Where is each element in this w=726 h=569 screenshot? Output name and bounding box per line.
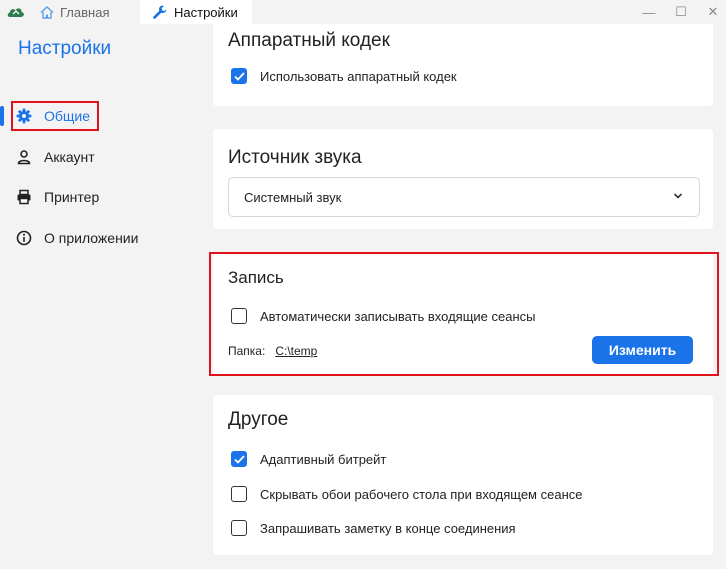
sidebar-item-label: О приложении: [44, 230, 139, 246]
sidebar: Настройки Общие Аккаунт Принтер О прилож…: [0, 24, 193, 569]
ask-note-option[interactable]: Запрашивать заметку в конце соединения: [231, 519, 516, 537]
chevron-down-icon: [673, 193, 683, 199]
adaptive-bitrate-checkbox[interactable]: [231, 451, 247, 467]
section-title: Аппаратный кодек: [228, 30, 390, 51]
audio-source-value: Системный звук: [244, 189, 342, 205]
user-icon: [17, 150, 31, 165]
sidebar-item-label: Принтер: [44, 189, 100, 205]
maximize-button[interactable]: ☐: [674, 4, 688, 20]
adaptive-bitrate-label: Адаптивный битрейт: [260, 451, 387, 467]
section-title: Другое: [228, 409, 289, 430]
sidebar-item-label: Аккаунт: [44, 149, 95, 165]
sidebar-item-printer[interactable]: Принтер: [0, 181, 193, 213]
sidebar-item-account[interactable]: Аккаунт: [0, 141, 193, 173]
info-icon: [16, 230, 32, 246]
auto-record-label: Автоматически записывать входящие сеансы: [260, 308, 536, 324]
auto-record-checkbox[interactable]: [231, 308, 247, 324]
checkmark-icon: [233, 454, 245, 464]
change-folder-button[interactable]: Изменить: [592, 336, 693, 364]
sidebar-title: Настройки: [18, 38, 112, 59]
hide-wallpaper-checkbox[interactable]: [231, 486, 247, 502]
folder-path-link[interactable]: C:\temp: [275, 344, 317, 358]
ask-note-checkbox[interactable]: [231, 520, 247, 536]
sidebar-item-about[interactable]: О приложении: [0, 222, 193, 254]
gear-icon: [16, 108, 32, 124]
sidebar-item-label: Общие: [44, 108, 91, 124]
tab-settings-label: Настройки: [174, 4, 238, 20]
tab-home[interactable]: Главная: [40, 0, 109, 24]
minimize-button[interactable]: —: [642, 5, 656, 20]
sidebar-item-general[interactable]: Общие: [0, 100, 193, 132]
adaptive-bitrate-option[interactable]: Адаптивный битрейт: [231, 450, 386, 468]
app-logo-icon: [7, 8, 24, 17]
hide-wallpaper-label: Скрывать обои рабочего стола при входяще…: [260, 486, 583, 502]
close-button[interactable]: ✕: [706, 4, 720, 20]
folder-label: Папка:: [228, 344, 266, 358]
recording-section: Запись Автоматически записывать входящие…: [209, 252, 719, 376]
ask-note-label: Запрашивать заметку в конце соединения: [260, 520, 516, 536]
title-bar: Главная Настройки — ☐ ✕: [0, 0, 726, 24]
use-hw-codec-option[interactable]: Использовать аппаратный кодек: [231, 67, 457, 85]
auto-record-option[interactable]: Автоматически записывать входящие сеансы: [231, 307, 535, 325]
tab-home-label: Главная: [60, 4, 110, 20]
checkmark-icon: [233, 71, 245, 81]
hardware-codec-section: Аппаратный кодек Использовать аппаратный…: [213, 24, 713, 106]
use-hw-codec-label: Использовать аппаратный кодек: [260, 68, 457, 84]
settings-content[interactable]: Аппаратный кодек Использовать аппаратный…: [193, 24, 726, 569]
hide-wallpaper-option[interactable]: Скрывать обои рабочего стола при входяще…: [231, 485, 582, 503]
use-hw-codec-checkbox[interactable]: [231, 68, 247, 84]
home-icon: [40, 5, 54, 19]
wrench-icon: [153, 5, 167, 19]
other-section: Другое Адаптивный битрейт Скрывать обои …: [213, 395, 713, 555]
window-controls: — ☐ ✕: [642, 0, 720, 24]
active-indicator: [0, 106, 4, 126]
section-title: Запись: [228, 268, 284, 287]
folder-row: Папка: C:\temp: [228, 344, 317, 358]
section-title: Источник звука: [228, 147, 362, 168]
audio-source-select[interactable]: Системный звук: [228, 177, 700, 217]
tab-settings[interactable]: Настройки: [140, 0, 252, 24]
audio-source-section: Источник звука Системный звук: [213, 129, 713, 229]
printer-icon: [17, 189, 31, 205]
